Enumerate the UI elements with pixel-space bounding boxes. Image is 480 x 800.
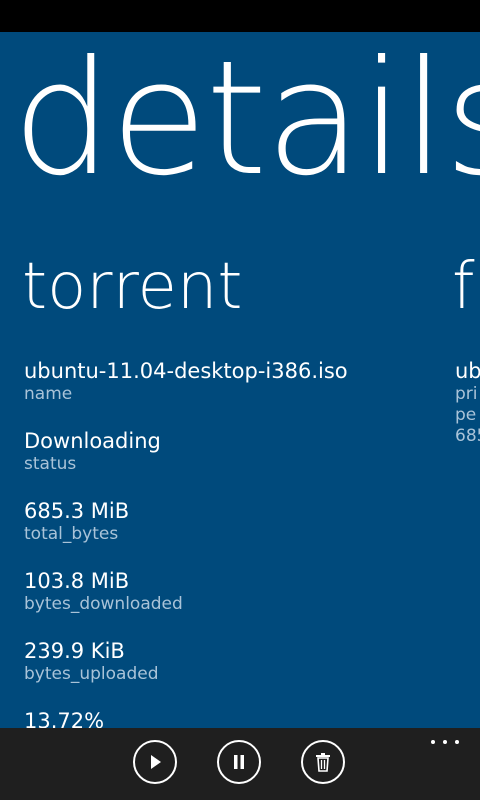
- field-label: name: [24, 384, 73, 404]
- field-value: 13.72%: [24, 709, 105, 728]
- app-bar: [0, 728, 480, 800]
- more-options-button[interactable]: [428, 736, 462, 750]
- trash-icon: [316, 753, 330, 772]
- section-header-torrent[interactable]: torrent: [22, 247, 243, 327]
- status-bar: [0, 0, 480, 32]
- section-header-next[interactable]: f: [452, 247, 475, 327]
- peek-line: pe: [455, 405, 477, 425]
- pause-icon: [234, 755, 244, 769]
- next-section-peek: ub pri pe 685: [455, 358, 480, 447]
- play-icon: [151, 755, 161, 769]
- peek-value: ub: [455, 359, 480, 383]
- field-value: 239.9 KiB: [24, 639, 125, 663]
- pause-button[interactable]: [217, 740, 261, 784]
- field-name: ubuntu-11.04-desktop-i386.iso name: [24, 358, 348, 405]
- field-label: bytes_uploaded: [24, 664, 159, 684]
- field-label: status: [24, 454, 77, 474]
- more-icon: [431, 740, 435, 744]
- field-total-bytes: 685.3 MiB total_bytes: [24, 498, 129, 545]
- field-label: bytes_downloaded: [24, 594, 183, 614]
- delete-button[interactable]: [301, 740, 345, 784]
- pivot-content: details torrent ubuntu-11.04-desktop-i38…: [0, 32, 480, 728]
- peek-line: 685: [455, 426, 480, 446]
- more-icon: [455, 740, 459, 744]
- play-button[interactable]: [133, 740, 177, 784]
- field-value: 103.8 MiB: [24, 569, 130, 593]
- field-bytes-uploaded: 239.9 KiB bytes_uploaded: [24, 638, 158, 685]
- field-bytes-downloaded: 103.8 MiB bytes_downloaded: [24, 568, 183, 615]
- field-status: Downloading status: [24, 428, 161, 475]
- field-value: 685.3 MiB: [24, 499, 130, 523]
- field-value: Downloading: [24, 429, 161, 453]
- pivot-title: details: [12, 32, 480, 211]
- peek-line: pri: [455, 384, 478, 404]
- field-value: ubuntu-11.04-desktop-i386.iso: [24, 359, 348, 383]
- field-label: total_bytes: [24, 524, 119, 544]
- more-icon: [443, 740, 447, 744]
- field-progress: 13.72%: [24, 708, 104, 728]
